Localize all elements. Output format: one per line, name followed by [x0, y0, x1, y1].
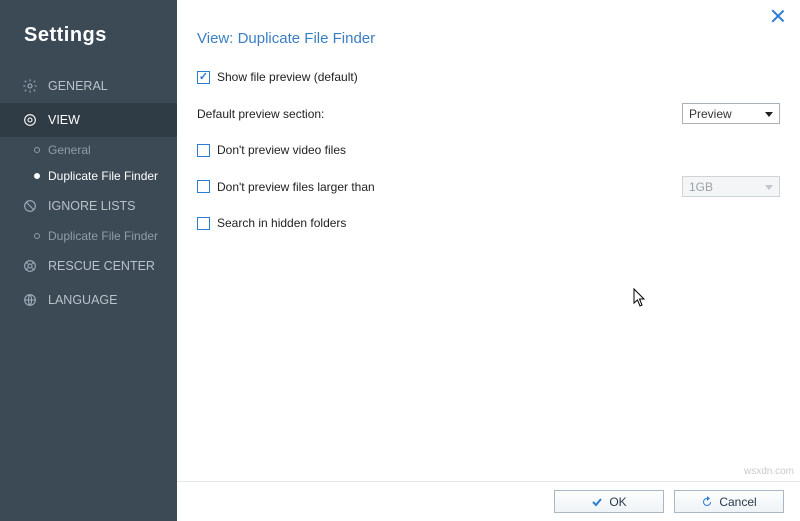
checkbox-no-large[interactable]: Don't preview files larger than — [197, 180, 375, 194]
nav-label: LANGUAGE — [48, 293, 117, 307]
watermark: wsxdn.com — [744, 466, 794, 477]
sub-label: General — [48, 143, 91, 157]
button-label: Cancel — [719, 495, 756, 509]
checkbox-no-video[interactable]: Don't preview video files — [197, 143, 346, 157]
check-icon — [591, 496, 603, 508]
target-icon — [22, 112, 38, 128]
footer: OK Cancel — [177, 481, 800, 521]
sidebar-title: Settings — [0, 24, 177, 69]
sub-ignore-duplicate[interactable]: Duplicate File Finder — [0, 223, 177, 249]
sub-view-general[interactable]: General — [0, 137, 177, 163]
checkbox-icon — [197, 144, 210, 157]
row-no-video: Don't preview video files — [197, 140, 780, 160]
nav-label: VIEW — [48, 113, 80, 127]
select-value: 1GB — [689, 180, 713, 194]
checkbox-label: Don't preview files larger than — [217, 180, 375, 194]
checkbox-label: Search in hidden folders — [217, 216, 346, 230]
cancel-button[interactable]: Cancel — [674, 490, 784, 513]
ok-button[interactable]: OK — [554, 490, 664, 513]
default-section-select[interactable]: Preview — [682, 103, 780, 124]
size-limit-select: 1GB — [682, 176, 780, 197]
button-label: OK — [609, 495, 626, 509]
globe-icon — [22, 292, 38, 308]
nav-label: IGNORE LISTS — [48, 199, 136, 213]
nav-rescue-center[interactable]: RESCUE CENTER — [0, 249, 177, 283]
content: View: Duplicate File Finder Show file pr… — [177, 0, 800, 481]
nav-label: RESCUE CENTER — [48, 259, 155, 273]
row-show-preview: Show file preview (default) — [197, 67, 780, 87]
row-no-large: Don't preview files larger than 1GB — [197, 176, 780, 197]
checkbox-icon — [197, 71, 210, 84]
checkbox-label: Show file preview (default) — [217, 70, 358, 84]
checkbox-icon — [197, 217, 210, 230]
nav-view[interactable]: VIEW — [0, 103, 177, 137]
nav-general[interactable]: GENERAL — [0, 69, 177, 103]
checkbox-hidden[interactable]: Search in hidden folders — [197, 216, 346, 230]
sub-label: Duplicate File Finder — [48, 229, 158, 243]
checkbox-label: Don't preview video files — [217, 143, 346, 157]
nav-ignore-lists[interactable]: IGNORE LISTS — [0, 189, 177, 223]
ban-icon — [22, 198, 38, 214]
nav-language[interactable]: LANGUAGE — [0, 283, 177, 317]
row-default-section: Default preview section: Preview — [197, 103, 780, 124]
checkbox-show-preview[interactable]: Show file preview (default) — [197, 70, 358, 84]
checkbox-icon — [197, 180, 210, 193]
refresh-icon — [701, 496, 713, 508]
main-panel: View: Duplicate File Finder Show file pr… — [177, 0, 800, 521]
sidebar-nav: GENERAL VIEW General Duplicate File Find… — [0, 69, 177, 317]
sub-view-duplicate[interactable]: Duplicate File Finder — [0, 163, 177, 189]
lifebuoy-icon — [22, 258, 38, 274]
select-value: Preview — [689, 107, 732, 121]
row-hidden: Search in hidden folders — [197, 213, 780, 233]
nav-label: GENERAL — [48, 79, 108, 93]
gear-icon — [22, 78, 38, 94]
page-title: View: Duplicate File Finder — [197, 30, 780, 47]
close-icon[interactable] — [770, 8, 786, 24]
sidebar: Settings GENERAL VIEW General Duplicate … — [0, 0, 177, 521]
sub-label: Duplicate File Finder — [48, 169, 158, 183]
default-section-label: Default preview section: — [197, 107, 324, 121]
